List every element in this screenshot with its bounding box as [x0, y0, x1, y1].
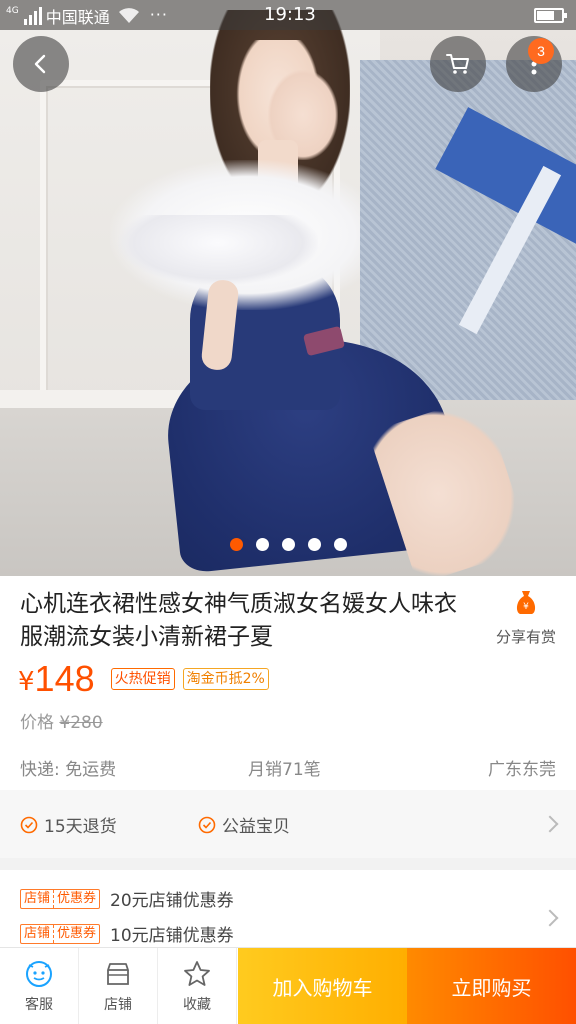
original-price-label: 价格	[20, 713, 54, 733]
customer-service-icon	[26, 960, 52, 987]
promo-tag: 火热促销	[110, 668, 175, 690]
service-label: 15天退货	[44, 817, 117, 837]
price-symbol: ¥	[18, 667, 35, 697]
chevron-right-icon	[541, 909, 559, 927]
network-type: 4G	[6, 5, 19, 16]
favorite-label: 收藏	[183, 996, 211, 1013]
cart-icon	[446, 54, 469, 74]
check-circle-icon	[20, 816, 38, 833]
original-price: ¥280	[59, 713, 103, 733]
service-item: 15天退货	[20, 812, 117, 837]
buy-now-button[interactable]: 立即购买	[407, 948, 576, 1024]
service-row[interactable]: 15天退货 公益宝贝	[0, 790, 576, 858]
money-bag-icon: ¥	[516, 591, 536, 614]
product-image[interactable]	[0, 0, 576, 576]
coupon-text: 10元店铺优惠券	[110, 926, 234, 946]
price-row: ¥ 148 火热促销 淘金币抵2%	[18, 658, 277, 700]
dress-ruffle	[118, 215, 318, 285]
shop-label: 店铺	[104, 996, 132, 1013]
coupon-tag-right: 优惠券	[53, 924, 99, 943]
price: 148	[34, 658, 95, 699]
monthly-sales: 月销71笔	[248, 760, 321, 780]
service-item: 公益宝贝	[198, 812, 290, 837]
shop-icon	[107, 962, 129, 985]
cart-button[interactable]	[430, 36, 486, 92]
star-icon	[184, 960, 210, 986]
shop-button[interactable]: 店铺	[79, 948, 158, 1024]
share-label: 分享有赏	[495, 628, 556, 646]
ship-location: 广东东莞	[488, 760, 556, 780]
coin-discount-tag: 淘金币抵2%	[182, 668, 269, 690]
divider	[0, 858, 576, 870]
product-title: 心机连衣裙性感女神气质淑女名媛女人味衣服潮流女装小清新裙子夏	[20, 591, 457, 650]
coupon-tag-right: 优惠券	[53, 889, 99, 908]
original-price-row: 价格 ¥280	[20, 708, 103, 733]
share-reward-button[interactable]: ¥ 分享有赏	[486, 588, 566, 647]
status-bar: 4G 中国联通 ··· 19:13	[0, 0, 576, 30]
carousel-dot[interactable]	[334, 538, 347, 551]
carousel-dot[interactable]	[282, 538, 295, 551]
battery-icon	[534, 8, 567, 23]
chevron-right-icon	[541, 815, 559, 833]
wifi-icon	[118, 8, 139, 23]
shipping-fee: 快递: 免运费	[20, 760, 117, 780]
carrier-name: 中国联通	[45, 8, 110, 27]
back-button[interactable]	[13, 36, 69, 92]
carousel-dot[interactable]	[256, 538, 269, 551]
more-status-icon: ···	[149, 4, 168, 24]
coupon-section[interactable]: 店铺 优惠券 20元店铺优惠券 店铺 优惠券 10元店铺优惠券	[0, 870, 576, 948]
chevron-left-icon	[34, 54, 46, 74]
carousel-dot[interactable]	[230, 538, 243, 551]
signal-icon	[23, 7, 42, 25]
coupon-item: 店铺 优惠券 10元店铺优惠券	[20, 921, 234, 946]
favorite-button[interactable]: 收藏	[158, 948, 237, 1024]
customer-service-label: 客服	[25, 996, 53, 1013]
cart-count-badge: 3	[528, 38, 554, 64]
shop-coupon-tag: 店铺 优惠券	[20, 888, 101, 909]
shop-coupon-tag: 店铺 优惠券	[20, 923, 101, 944]
bottom-action-bar: 客服 店铺 收藏 加入购物车 立即购买	[0, 947, 576, 1024]
coupon-item: 店铺 优惠券 20元店铺优惠券	[20, 886, 234, 911]
coupon-text: 20元店铺优惠券	[110, 891, 234, 911]
customer-service-button[interactable]: 客服	[0, 948, 79, 1024]
check-circle-icon	[198, 816, 216, 833]
clock: 19:13	[264, 4, 316, 25]
coupon-tag-left: 店铺	[24, 925, 51, 941]
svg-text:¥: ¥	[523, 602, 529, 612]
service-label: 公益宝贝	[222, 817, 290, 837]
add-to-cart-button[interactable]: 加入购物车	[238, 948, 407, 1024]
carousel-indicator	[230, 538, 347, 551]
carousel-dot[interactable]	[308, 538, 321, 551]
coupon-tag-left: 店铺	[24, 890, 51, 906]
